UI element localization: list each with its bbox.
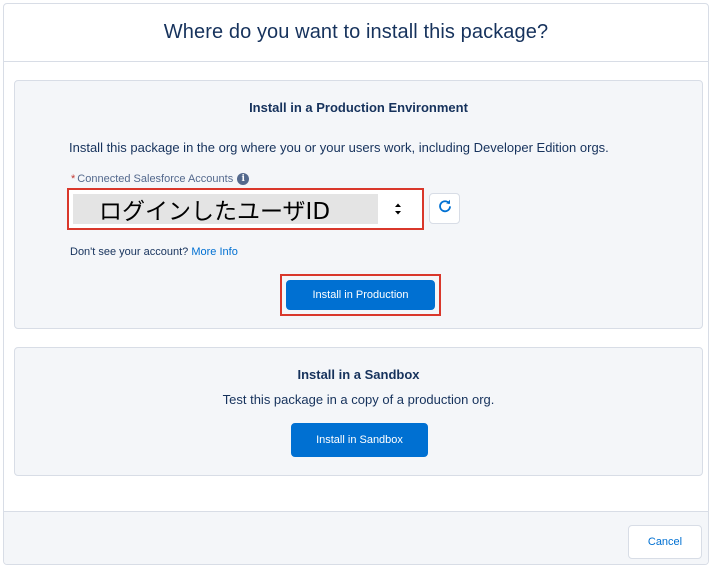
- cancel-button[interactable]: Cancel: [628, 525, 702, 559]
- install-package-modal: Where do you want to install this packag…: [3, 3, 709, 565]
- refresh-accounts-button[interactable]: [429, 193, 460, 224]
- required-marker: *: [71, 173, 76, 185]
- dont-see-account-label: Don't see your account?: [70, 246, 189, 258]
- more-info-link[interactable]: More Info: [191, 246, 237, 258]
- dont-see-account-text: Don't see your account? More Info: [70, 246, 238, 258]
- refresh-icon: [438, 199, 452, 218]
- connected-accounts-label: * Connected Salesforce Accounts i: [71, 173, 250, 185]
- production-title: Install in a Production Environment: [249, 100, 468, 115]
- modal-title: Where do you want to install this packag…: [163, 21, 549, 43]
- sandbox-title: Install in a Sandbox: [297, 367, 420, 382]
- production-card: Install in a Production Environment Inst…: [14, 80, 703, 329]
- chevron-up-down-icon: [378, 194, 418, 224]
- install-in-sandbox-button[interactable]: Install in Sandbox: [291, 423, 428, 457]
- sandbox-card: Install in a Sandbox Test this package i…: [14, 347, 703, 476]
- modal-footer: Cancel: [4, 511, 708, 564]
- connected-accounts-label-text: Connected Salesforce Accounts: [77, 173, 234, 185]
- account-select-highlight: ログインしたユーザID: [67, 188, 424, 230]
- sandbox-description: Test this package in a copy of a product…: [222, 392, 495, 407]
- info-icon[interactable]: i: [237, 173, 250, 185]
- account-select[interactable]: ログインしたユーザID: [73, 194, 418, 225]
- account-select-value: ログインしたユーザID: [99, 199, 331, 225]
- production-description: Install this package in the org where yo…: [69, 140, 609, 155]
- install-in-production-button[interactable]: Install in Production: [286, 280, 435, 310]
- modal-header: Where do you want to install this packag…: [4, 4, 708, 62]
- install-production-highlight: Install in Production: [280, 274, 441, 316]
